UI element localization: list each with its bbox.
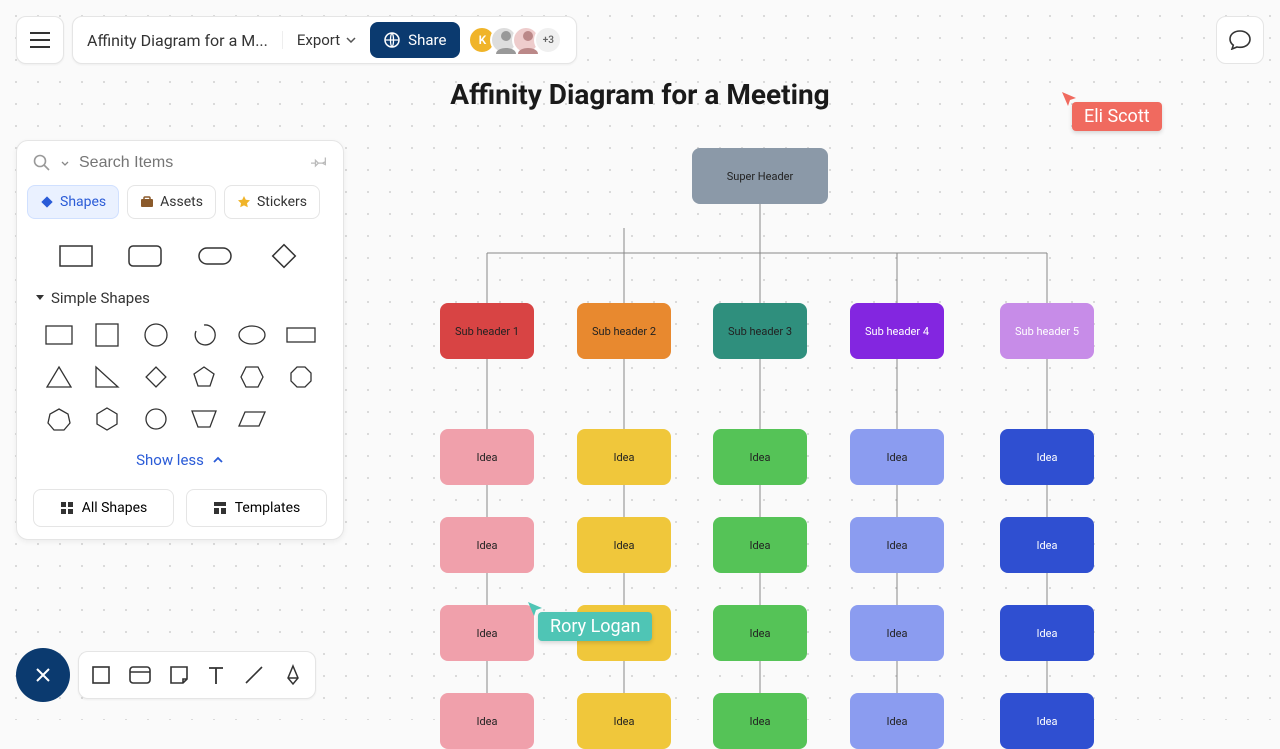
chat-button[interactable] [1216,16,1264,64]
category-label: Simple Shapes [51,289,150,307]
shape-heptagon[interactable] [37,403,81,435]
tab-assets[interactable]: Assets [127,185,216,219]
search-icon [33,154,51,172]
tab-shapes[interactable]: Shapes [27,185,119,219]
node-idea[interactable]: Idea [440,517,534,573]
chat-icon [1229,30,1251,50]
shape-octagon[interactable] [279,361,323,393]
shape-wide-rectangle[interactable] [279,319,323,351]
shape-diamond[interactable] [134,361,178,393]
export-button[interactable]: Export [282,31,356,49]
all-shapes-label: All Shapes [82,500,148,516]
cursor-label: Rory Logan [538,612,652,641]
cursor-icon [526,600,544,618]
shape-rectangle[interactable] [37,319,81,351]
shape-rectangle[interactable] [45,239,107,273]
shape-hexagon[interactable] [230,361,274,393]
briefcase-icon [140,196,154,208]
node-idea[interactable]: Idea [577,429,671,485]
node-idea[interactable]: Idea [850,693,944,749]
tab-label: Stickers [257,194,307,210]
node-sub-header[interactable]: Sub header 5 [1000,303,1094,359]
node-idea[interactable]: Idea [577,517,671,573]
star-icon [237,195,251,209]
node-idea[interactable]: Idea [440,693,534,749]
chevron-up-icon [212,456,224,464]
chevron-down-icon[interactable] [61,161,69,166]
shape-triangle[interactable] [37,361,81,393]
collaborator-cursor-rory: Rory Logan [538,612,652,641]
node-idea[interactable]: Idea [440,429,534,485]
globe-icon [384,32,400,48]
shape-hexagon-flat[interactable] [85,403,129,435]
node-sub-header[interactable]: Sub header 4 [850,303,944,359]
shape-square[interactable] [85,319,129,351]
hamburger-menu-button[interactable] [16,16,64,64]
node-idea[interactable]: Idea [440,605,534,661]
share-button[interactable]: Share [370,22,460,58]
tab-stickers[interactable]: Stickers [224,185,320,219]
search-input[interactable] [79,154,301,172]
tool-rectangle[interactable] [91,665,111,685]
node-idea[interactable]: Idea [1000,517,1094,573]
tool-text[interactable] [207,665,225,685]
node-idea[interactable]: Idea [713,605,807,661]
shapes-panel: Shapes Assets Stickers Simple Shapes [16,140,344,540]
grid-icon [60,501,74,515]
template-icon [213,501,227,515]
show-less-button[interactable]: Show less [17,445,343,489]
shape-pentagon[interactable] [182,361,226,393]
tool-card[interactable] [129,666,151,684]
tab-label: Shapes [60,194,106,210]
document-title[interactable]: Affinity Diagram for a M... [87,31,268,50]
node-idea[interactable]: Idea [1000,605,1094,661]
avatar-more[interactable]: +3 [534,26,562,54]
chevron-down-icon [346,37,356,43]
shape-arc[interactable] [182,319,226,351]
templates-button[interactable]: Templates [186,489,327,527]
templates-label: Templates [235,500,301,516]
shape-octagon2[interactable] [134,403,178,435]
node-sub-header[interactable]: Sub header 1 [440,303,534,359]
node-idea[interactable]: Idea [577,693,671,749]
collaborator-avatars[interactable]: K +3 [474,26,562,54]
shape-right-triangle[interactable] [85,361,129,393]
tab-label: Assets [160,194,203,210]
cursor-icon [1060,90,1078,108]
collapse-icon [35,294,45,302]
all-shapes-button[interactable]: All Shapes [33,489,174,527]
diamond-icon [40,195,54,209]
node-idea[interactable]: Idea [713,429,807,485]
node-idea[interactable]: Idea [1000,429,1094,485]
shape-rounded-rectangle[interactable] [115,239,177,273]
node-idea[interactable]: Idea [850,517,944,573]
shape-trapezoid-down[interactable] [182,403,226,435]
shape-ellipse[interactable] [230,319,274,351]
tool-pen[interactable] [283,664,303,686]
pin-icon[interactable] [311,153,327,173]
cursor-label: Eli Scott [1072,102,1162,131]
tool-sticky-note[interactable] [169,665,189,685]
menu-icon [30,32,50,48]
node-super-header[interactable]: Super Header [692,148,828,204]
export-label: Export [297,31,340,49]
node-idea[interactable]: Idea [850,429,944,485]
node-idea[interactable]: Idea [713,517,807,573]
shape-pill[interactable] [184,239,246,273]
shape-circle[interactable] [134,319,178,351]
show-less-label: Show less [136,451,204,469]
shape-parallelogram[interactable] [230,403,274,435]
node-idea[interactable]: Idea [713,693,807,749]
tool-line[interactable] [243,664,265,686]
shape-diamond[interactable] [254,239,316,273]
node-idea[interactable]: Idea [1000,693,1094,749]
share-label: Share [408,31,446,49]
close-icon [34,666,52,684]
node-idea[interactable]: Idea [850,605,944,661]
node-sub-header[interactable]: Sub header 3 [713,303,807,359]
category-header[interactable]: Simple Shapes [17,277,343,313]
node-sub-header[interactable]: Sub header 2 [577,303,671,359]
collaborator-cursor-eli: Eli Scott [1072,102,1162,131]
close-panel-button[interactable] [16,648,70,702]
